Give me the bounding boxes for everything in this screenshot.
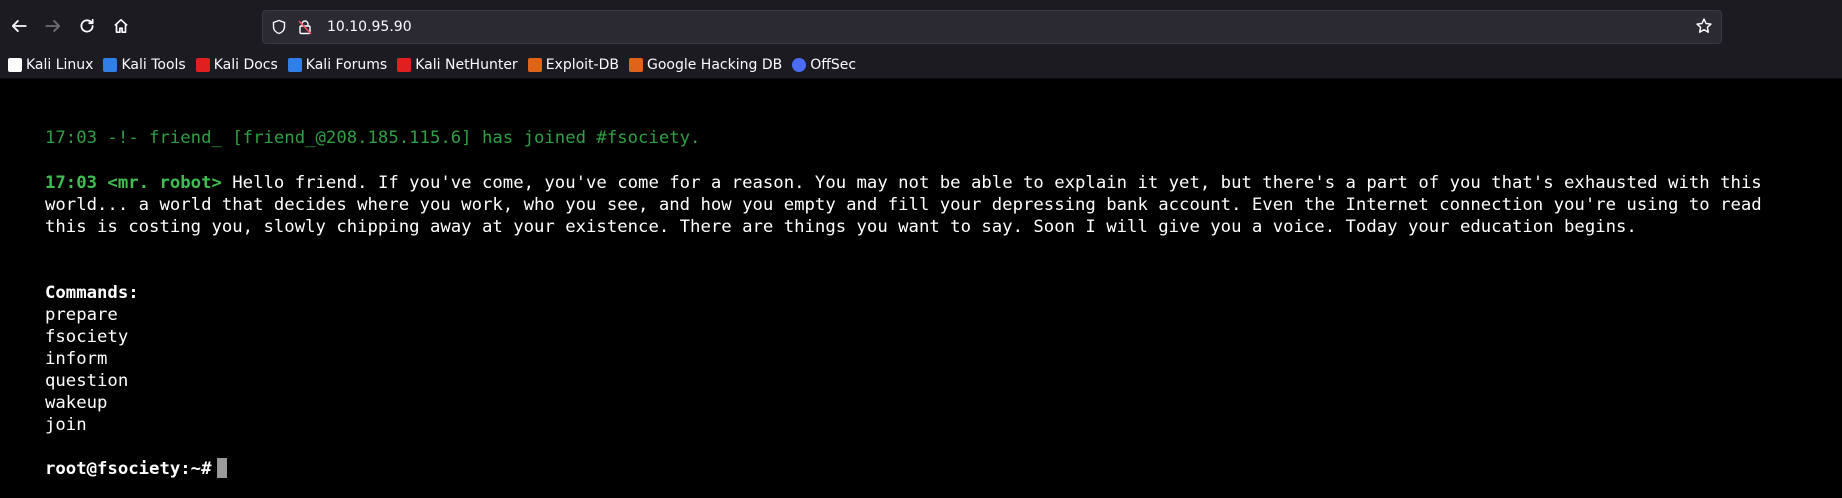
command-item: inform: [45, 349, 108, 369]
url-bar[interactable]: [262, 10, 1722, 44]
insecure-lock-icon[interactable]: [297, 18, 315, 36]
browser-chrome: Kali Linux Kali Tools Kali Docs Kali For…: [0, 0, 1842, 79]
bookmark-label: Kali Forums: [305, 57, 388, 73]
kali-tools-icon: [103, 58, 118, 72]
exploit-db-icon: [527, 58, 542, 72]
back-button[interactable]: [4, 11, 34, 41]
command-item: prepare: [45, 305, 118, 325]
arrow-right-icon: [45, 20, 61, 32]
bookmarks-toolbar: Kali Linux Kali Tools Kali Docs Kali For…: [0, 52, 1842, 79]
terminal-cursor: [217, 458, 228, 478]
terminal-page[interactable]: 17:03 -!- friend_ [friend_@208.185.115.6…: [0, 79, 1842, 498]
home-icon: [114, 18, 128, 34]
kali-nethunter-icon: [397, 58, 412, 72]
shell-prompt: root@fsociety:~#: [45, 459, 212, 479]
forward-button[interactable]: [38, 11, 68, 41]
chat-message-line-1: 17:03 <mr. robot> Hello friend. If you'v…: [45, 172, 1762, 194]
reload-icon: [80, 18, 94, 33]
bookmark-label: Kali Docs: [213, 57, 278, 73]
command-item: fsociety: [45, 327, 129, 347]
chat-message-prefix: 17:03 <mr. robot>: [45, 173, 222, 193]
offsec-icon: [792, 58, 807, 72]
prompt-line[interactable]: root@fsociety:~#: [45, 458, 228, 480]
bookmark-kali-forums[interactable]: Kali Forums: [287, 57, 388, 73]
browser-toolbar: [0, 0, 1842, 52]
url-input[interactable]: [325, 18, 1629, 36]
bookmark-label: Kali Tools: [121, 57, 186, 73]
bookmark-offsec[interactable]: OffSec: [792, 57, 856, 73]
chat-message-text-1: Hello friend. If you've come, you've com…: [221, 173, 1762, 193]
bookmark-kali-tools[interactable]: Kali Tools: [103, 57, 186, 73]
kali-forums-icon: [287, 58, 302, 72]
bookmark-label: Kali Linux: [26, 57, 94, 73]
commands-header: Commands:: [45, 283, 139, 303]
command-item: question: [45, 371, 129, 391]
shield-icon[interactable]: [271, 18, 289, 36]
bookmark-kali-docs[interactable]: Kali Docs: [195, 57, 278, 73]
kali-docs-icon: [195, 58, 210, 72]
command-item: join: [45, 415, 87, 435]
bookmark-kali-linux[interactable]: Kali Linux: [8, 57, 93, 73]
google-hacking-db-icon: [628, 58, 643, 72]
bookmark-star-icon[interactable]: [1695, 17, 1713, 35]
bookmark-label: Exploit-DB: [545, 57, 619, 73]
reload-button[interactable]: [72, 11, 102, 41]
bookmark-kali-nethunter[interactable]: Kali NetHunter: [397, 57, 518, 73]
arrow-left-icon: [11, 20, 27, 32]
home-button[interactable]: [106, 11, 136, 41]
chat-message-line-3: this is costing you, slowly chipping awa…: [45, 217, 1637, 237]
join-message: 17:03 -!- friend_ [friend_@208.185.115.6…: [45, 128, 701, 148]
command-item: wakeup: [45, 393, 108, 413]
chat-message-line-2: world... a world that decides where you …: [45, 195, 1762, 215]
kali-dragon-icon: [8, 58, 22, 72]
bookmark-label: Google Hacking DB: [646, 57, 783, 73]
bookmark-label: OffSec: [810, 57, 857, 73]
bookmark-google-hacking-db[interactable]: Google Hacking DB: [628, 57, 783, 73]
bookmark-label: Kali NetHunter: [415, 57, 518, 73]
bookmark-exploit-db[interactable]: Exploit-DB: [527, 57, 619, 73]
